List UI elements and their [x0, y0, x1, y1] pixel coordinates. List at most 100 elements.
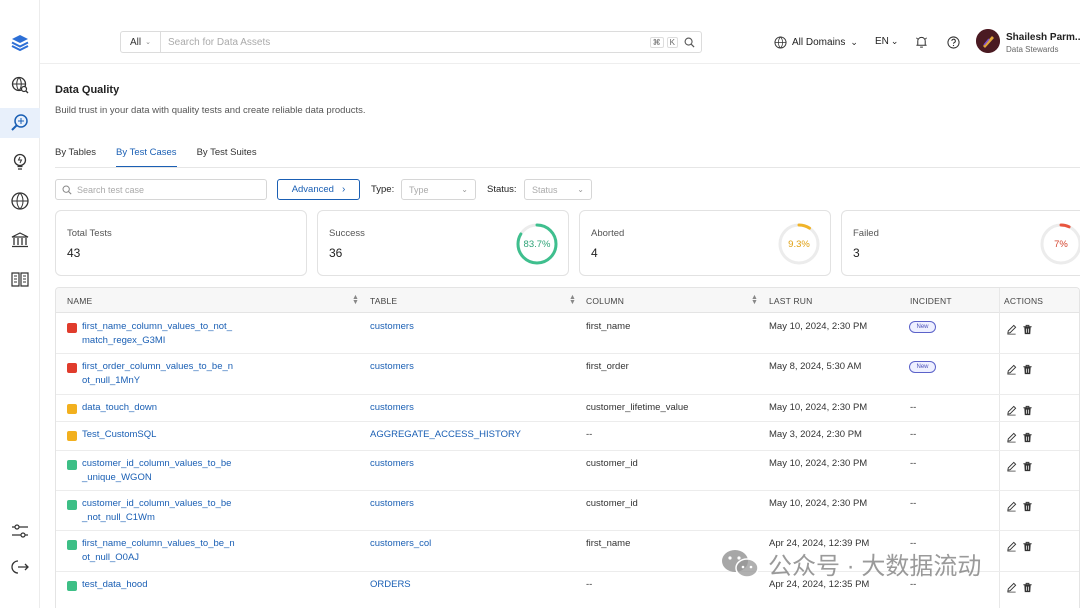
delete-icon[interactable]	[1022, 499, 1034, 512]
domains-icon[interactable]	[0, 186, 40, 216]
test-case-name[interactable]: first_order_column_values_to_be_n ot_nul…	[82, 360, 282, 388]
delete-icon[interactable]	[1022, 322, 1034, 335]
card-label: Success	[329, 228, 365, 239]
chevron-down-icon: ⌄	[850, 37, 858, 47]
edit-icon[interactable]	[1006, 430, 1018, 443]
status-filter-select[interactable]: Status ⌄	[524, 179, 592, 200]
domain-label: All Domains	[792, 37, 846, 48]
language-selector[interactable]: EN ⌄	[875, 36, 898, 47]
status-indicator	[67, 363, 77, 373]
sort-icon[interactable]: ▲ ▼	[751, 294, 758, 306]
table-row: customer_id_column_values_to_be _not_nul…	[56, 491, 1079, 531]
edit-icon[interactable]	[1006, 403, 1018, 416]
column-name: customer_id	[586, 458, 638, 469]
incident-value: --	[910, 498, 917, 509]
test-case-name-line1: first_name_column_values_to_not_	[82, 321, 232, 332]
tab-by-test-suites[interactable]: By Test Suites	[197, 146, 257, 168]
delete-icon[interactable]	[1022, 539, 1034, 552]
header-column[interactable]: COLUMN	[586, 296, 624, 306]
failed-percent: 7%	[1054, 238, 1068, 250]
test-case-name-line2: ot_null_1MnY	[82, 375, 141, 386]
governance-icon[interactable]	[0, 225, 40, 255]
bell-icon[interactable]	[915, 35, 928, 49]
advanced-button[interactable]: Advanced ›	[277, 179, 360, 200]
status-indicator	[67, 460, 77, 470]
search-input[interactable]	[161, 36, 650, 48]
watermark: 公众号 · 大数据流动	[720, 546, 981, 581]
edit-icon[interactable]	[1006, 499, 1018, 512]
test-case-name-line1: first_name_column_values_to_be_n	[82, 538, 235, 549]
last-run: May 3, 2024, 2:30 PM	[769, 429, 862, 440]
tabs-divider	[55, 167, 1080, 168]
last-run: May 10, 2024, 2:30 PM	[769, 402, 868, 413]
incident-value: --	[910, 458, 917, 469]
header-table[interactable]: TABLE	[370, 296, 397, 306]
settings-sliders-icon[interactable]	[0, 516, 40, 546]
header-incident: INCIDENT	[910, 296, 952, 306]
test-case-search-input[interactable]	[77, 184, 247, 195]
card-label: Aborted	[591, 228, 625, 239]
sort-icon[interactable]: ▲ ▼	[352, 294, 359, 306]
domain-selector[interactable]: All Domains ⌄	[774, 36, 858, 49]
incident-new-badge[interactable]: New	[909, 321, 936, 333]
table-link[interactable]: customers	[370, 360, 414, 374]
header-last-run[interactable]: LAST RUN	[769, 296, 812, 306]
delete-icon[interactable]	[1022, 362, 1034, 375]
tab-by-test-cases[interactable]: By Test Cases	[116, 146, 177, 168]
user-name[interactable]: Shailesh Parm...	[1006, 32, 1080, 43]
delete-icon[interactable]	[1022, 459, 1034, 472]
test-case-search	[55, 179, 267, 200]
delete-icon[interactable]	[1022, 430, 1034, 443]
kbd-k: K	[666, 36, 678, 48]
data-quality-icon[interactable]	[0, 108, 40, 138]
wechat-icon	[722, 549, 759, 578]
edit-icon[interactable]	[1006, 459, 1018, 472]
explore-icon[interactable]	[0, 70, 40, 100]
edit-icon[interactable]	[1006, 362, 1018, 375]
test-case-name[interactable]: Test_CustomSQL	[82, 428, 282, 442]
edit-icon[interactable]	[1006, 539, 1018, 552]
test-case-name[interactable]: test_data_hood	[82, 578, 282, 592]
table-link[interactable]: customers	[370, 320, 414, 334]
test-case-name[interactable]: first_name_column_values_to_be_n ot_null…	[82, 537, 282, 565]
test-case-name[interactable]: first_name_column_values_to_not_ match_r…	[82, 320, 282, 348]
card-failed: Failed 3 7%	[841, 210, 1080, 276]
search-icon[interactable]	[684, 37, 695, 48]
type-filter-label: Type:	[371, 184, 395, 195]
app-logo-icon[interactable]	[0, 28, 40, 58]
type-filter-select[interactable]: Type ⌄	[401, 179, 476, 200]
table-link[interactable]: customers	[370, 401, 414, 415]
top-bar: All ⌄ ⌘ K All Domains ⌄ EN ⌄ Shailesh Pa…	[40, 0, 1080, 64]
status-indicator	[67, 431, 77, 441]
incident-new-badge[interactable]: New	[909, 361, 936, 373]
insights-icon[interactable]	[0, 147, 40, 177]
table-link[interactable]: customers	[370, 497, 414, 511]
delete-icon[interactable]	[1022, 580, 1034, 593]
test-case-name[interactable]: customer_id_column_values_to_be _unique_…	[82, 457, 282, 485]
status-indicator	[67, 404, 77, 414]
table-link[interactable]: ORDERS	[370, 578, 411, 592]
sort-icon[interactable]: ▲ ▼	[569, 294, 576, 306]
header-name[interactable]: NAME	[67, 296, 92, 306]
glossary-icon[interactable]	[0, 264, 40, 294]
table-link[interactable]: AGGREGATE_ACCESS_HISTORY	[370, 428, 521, 442]
watermark-text: 公众号 · 大数据流动	[768, 553, 982, 580]
table-link[interactable]: customers	[370, 457, 414, 471]
column-name: customer_lifetime_value	[586, 402, 689, 413]
test-case-name[interactable]: data_touch_down	[82, 401, 282, 415]
avatar[interactable]	[976, 29, 1000, 53]
column-name: first_name	[586, 321, 631, 332]
test-case-name[interactable]: customer_id_column_values_to_be _not_nul…	[82, 497, 282, 525]
card-value: 36	[329, 246, 343, 260]
logout-icon[interactable]	[0, 552, 40, 582]
edit-icon[interactable]	[1006, 322, 1018, 335]
advanced-label: Advanced	[291, 184, 334, 195]
user-role: Data Stewards	[1006, 45, 1059, 54]
delete-icon[interactable]	[1022, 403, 1034, 416]
help-icon[interactable]	[947, 36, 960, 49]
edit-icon[interactable]	[1006, 580, 1018, 593]
search-scope-select[interactable]: All ⌄	[121, 32, 161, 52]
status-indicator	[67, 581, 77, 591]
tab-by-tables[interactable]: By Tables	[55, 146, 96, 168]
table-link[interactable]: customers_col	[370, 537, 431, 551]
